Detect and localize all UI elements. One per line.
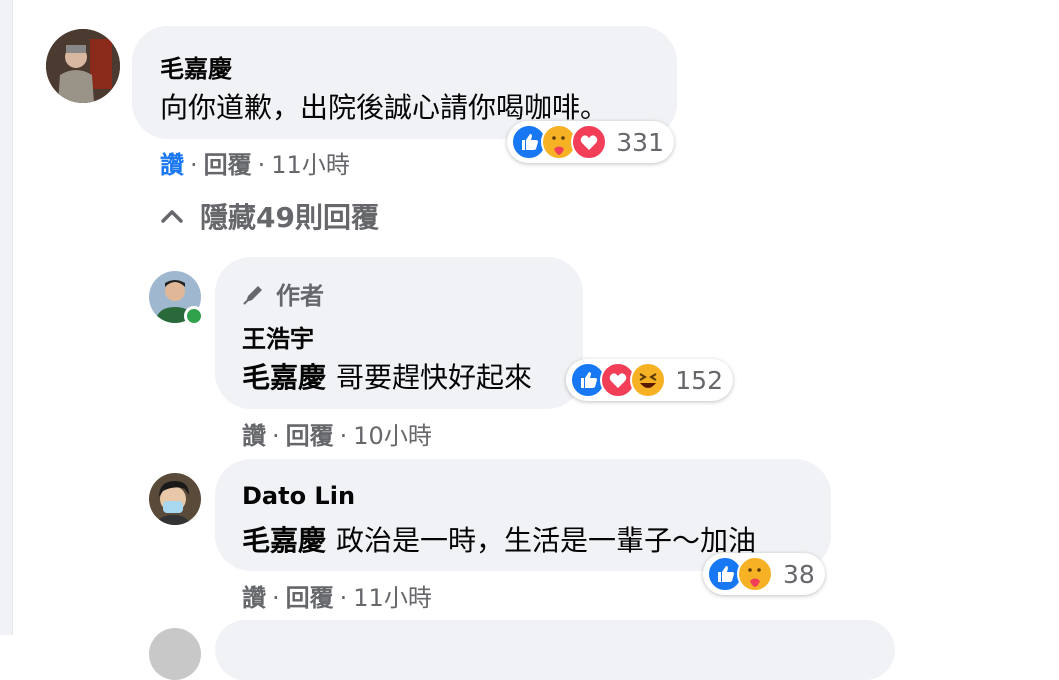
comment-actions: 讚 · 回覆 · 11小時 [242, 584, 432, 612]
left-border [0, 0, 13, 635]
comment-text: 毛嘉慶 政治是一時，生活是一輩子～加油 [242, 519, 756, 559]
reaction-count: 38 [783, 559, 815, 589]
reaction-summary[interactable]: 331 [507, 121, 674, 163]
comment-author[interactable]: Dato Lin [242, 482, 355, 510]
online-status-dot [184, 306, 204, 326]
comment-actions: 讚 · 回覆 · 10小時 [242, 422, 432, 450]
comment-author[interactable]: 王浩宇 [242, 319, 314, 354]
timestamp[interactable]: 10小時 [353, 422, 432, 450]
avatar[interactable] [149, 628, 201, 680]
comment-body: 哥要趕快好起來 [336, 361, 533, 394]
comment-body: 政治是一時，生活是一輩子～加油 [336, 524, 757, 557]
reaction-count: 331 [616, 127, 664, 157]
avatar[interactable] [46, 29, 120, 103]
author-badge-label: 作者 [276, 282, 324, 310]
hide-replies-label: 隱藏49則回覆 [200, 201, 379, 234]
haha-icon [630, 362, 666, 398]
pen-icon [243, 285, 262, 305]
like-button[interactable]: 讚 [160, 151, 184, 179]
timestamp[interactable]: 11小時 [353, 584, 432, 612]
reaction-summary[interactable]: 38 [703, 553, 825, 595]
like-button[interactable]: 讚 [242, 422, 266, 450]
like-button[interactable]: 讚 [242, 584, 266, 612]
avatar[interactable] [149, 473, 201, 525]
author-badge: 作者 [242, 276, 324, 311]
reply-button[interactable]: 回覆 [286, 422, 334, 450]
reply-button[interactable]: 回覆 [286, 584, 334, 612]
comment-actions: 讚 · 回覆 · 11小時 [160, 151, 350, 179]
comment-text: 向你道歉，出院後誠心請你喝咖啡。 [160, 91, 609, 124]
chevron-up-icon [161, 210, 183, 223]
care-icon [737, 556, 773, 592]
timestamp[interactable]: 11小時 [271, 151, 350, 179]
reply-button[interactable]: 回覆 [204, 151, 252, 179]
comment-bubble [215, 620, 895, 680]
comment-author[interactable]: 毛嘉慶 [160, 49, 232, 84]
comment-text: 毛嘉慶 哥要趕快好起來 [242, 356, 532, 396]
hide-replies-button[interactable]: 隱藏49則回覆 [160, 196, 379, 236]
reaction-summary[interactable]: 152 [566, 359, 733, 401]
mention-tag[interactable]: 毛嘉慶 [242, 361, 326, 394]
love-icon [571, 124, 607, 160]
reaction-count: 152 [675, 365, 723, 395]
mention-tag[interactable]: 毛嘉慶 [242, 524, 326, 557]
